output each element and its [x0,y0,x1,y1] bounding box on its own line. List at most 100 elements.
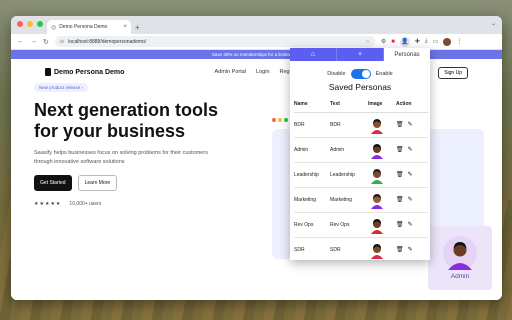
persona-name: BDR [294,112,330,138]
persona-image [368,137,396,163]
plus-icon: + [357,51,363,58]
popup-tabs: ⌂ + Personas [290,48,430,61]
table-row: Admin Admin 🗑 ✎ [294,137,428,163]
site-info-icon[interactable]: ⊙ [60,39,64,45]
release-badge[interactable]: New product release › [34,83,89,92]
maximize-window-button[interactable] [37,21,43,27]
persona-name: Marketing [294,187,330,213]
persona-text: BDR [330,112,368,138]
mock-dot-red [272,118,276,122]
trash-icon[interactable]: 🗑 [396,171,404,178]
edit-icon[interactable]: ✎ [408,146,413,153]
rating-stars: ★★★★★ [34,200,62,207]
edit-icon[interactable]: ✎ [408,246,413,253]
disable-label: Disable [327,71,346,77]
tab-add[interactable]: + [336,48,383,61]
persona-avatar-icon [371,168,383,184]
admin-avatar-icon [443,236,477,270]
table-row: Marketing Marketing 🗑 ✎ [294,187,428,213]
learn-more-button[interactable]: Learn More [77,174,118,191]
persona-avatar-icon [371,143,383,159]
personas-table-body: BDR BDR 🗑 ✎ Admin Admin 🗑 ✎ Leadership Leadership… [294,112,428,260]
persona-text: Marketing [330,187,368,213]
persona-actions: 🗑 ✎ [396,137,428,163]
download-icon[interactable]: ⤓ [425,38,428,45]
profile-avatar[interactable] [443,37,452,46]
admin-persona-card[interactable]: Admin [428,226,492,290]
promo-text: Save 30% on memberships for a limited ti… [211,52,302,57]
globe-icon: ◎ [51,24,57,31]
persona-text: SDR [330,237,368,260]
new-tab-button[interactable]: + [135,23,140,32]
edit-icon[interactable]: ✎ [408,196,413,203]
persona-extension-icon[interactable]: 👤 [399,36,410,47]
trash-icon[interactable]: 🗑 [396,196,404,203]
rating-row: ★★★★★ 10,000+ users [34,201,234,207]
extension-icons: ⚙ ■ 👤 ✚ ⤓ ▭ ⋮ [381,36,462,47]
table-header-row: Name Text Image Action [294,97,428,113]
column-header-name: Name [294,97,330,113]
column-header-text: Text [330,97,368,113]
persona-avatar-icon [371,193,383,209]
url-text: localhost:8888/demopersonademo/ [68,38,147,45]
back-icon[interactable]: ← [17,38,24,45]
trash-icon[interactable]: 🗑 [396,221,404,228]
persona-actions: 🗑 ✎ [396,237,428,260]
persona-image [368,162,396,188]
table-row: SDR SDR 🗑 ✎ [294,237,428,260]
table-row: Leadership Leadership 🗑 ✎ [294,162,428,188]
bookmark-star-icon[interactable]: ☆ [365,39,369,45]
persona-avatar-icon [371,218,383,234]
extension-red-icon[interactable]: ■ [391,39,395,45]
persona-name: Leadership [294,162,330,188]
tab-personas[interactable]: Personas [383,48,430,61]
edit-icon[interactable]: ✎ [408,221,413,228]
persona-text: Rev Ops [330,212,368,238]
reload-icon[interactable]: ↻ [43,38,49,46]
window-controls[interactable] [17,21,43,27]
sidebar-icon[interactable]: ▭ [433,38,439,45]
hero-ctas: Get Started Learn More [34,174,234,191]
address-bar[interactable]: ⊙ localhost:8888/demopersonademo/ ☆ [54,36,375,47]
close-window-button[interactable] [17,21,23,27]
minimize-window-button[interactable] [27,21,33,27]
user-count: 10,000+ users [69,200,102,207]
column-header-action: Action [396,97,428,113]
persona-image [368,112,396,138]
chevron-down-icon[interactable]: ⌄ [491,20,496,27]
trash-icon[interactable]: 🗑 [396,246,404,253]
column-header-image: Image [368,97,396,113]
persona-avatar-icon [371,243,383,259]
forward-icon[interactable]: → [30,38,37,45]
browser-tab[interactable]: ◎ Demo Persona Demo × [47,20,131,34]
menu-icon[interactable]: ⋮ [456,38,462,45]
tab-personas-label: Personas [394,51,420,58]
edit-icon[interactable]: ✎ [408,171,413,178]
persona-text: Admin [330,137,368,163]
table-row: Rev Ops Rev Ops 🗑 ✎ [294,212,428,238]
get-started-button[interactable]: Get Started [34,174,72,191]
mock-dot-green [284,118,288,122]
enable-toggle[interactable] [350,69,371,79]
tab-home[interactable]: ⌂ [290,48,336,61]
edit-icon[interactable]: ✎ [408,121,413,128]
persona-actions: 🗑 ✎ [396,187,428,213]
table-row: BDR BDR 🗑 ✎ [294,112,428,138]
mockup-window-dots [272,118,288,122]
enable-label: Enable [375,71,393,77]
trash-icon[interactable]: 🗑 [396,146,404,153]
badge-text: New product release [39,85,81,90]
extension-gear-icon[interactable]: ⚙ [381,38,386,45]
puzzle-icon[interactable]: ✚ [415,38,420,45]
hero-section: New product release › Next generation to… [34,76,234,207]
trash-icon[interactable]: 🗑 [396,121,404,128]
persona-actions: 🗑 ✎ [396,112,428,138]
hero-description: Saasify helps businesses focus on solvin… [34,150,208,165]
tab-title: Demo Persona Demo [59,24,108,30]
headline-line-1: Next generation tools [34,100,219,120]
admin-card-label: Admin [450,273,470,280]
close-tab-icon[interactable]: × [123,24,127,30]
personas-table: Name Text Image Action BDR BDR 🗑 ✎ Admin Admi… [294,97,428,260]
persona-actions: 🗑 ✎ [396,162,428,188]
persona-name: Rev Ops [294,212,330,238]
